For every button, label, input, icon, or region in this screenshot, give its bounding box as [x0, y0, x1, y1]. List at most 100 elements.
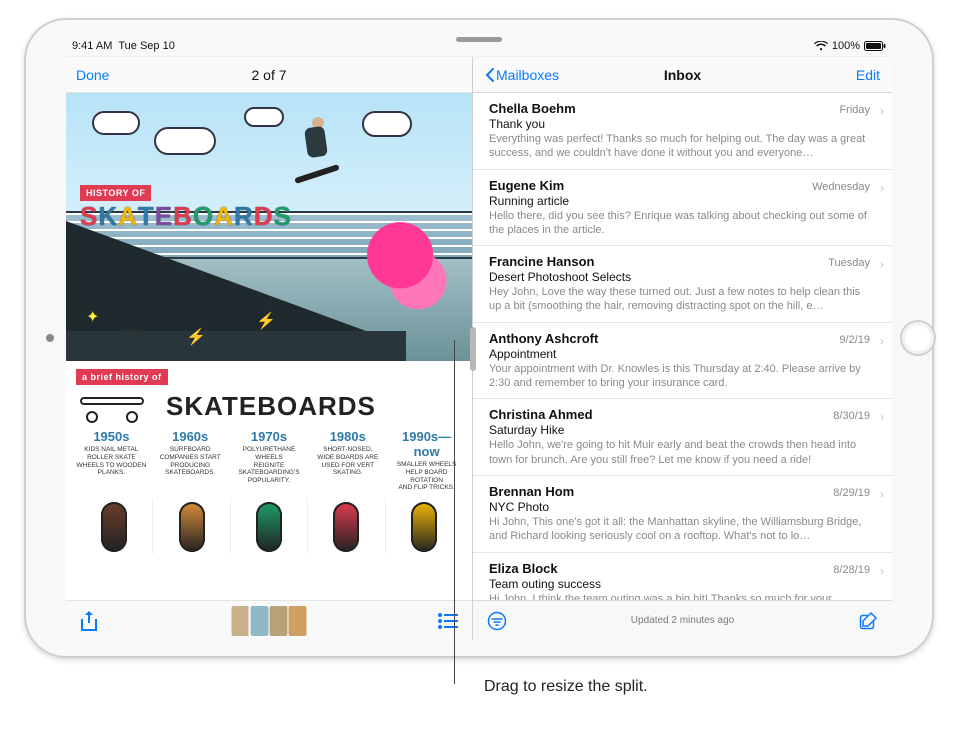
mail-date: Friday [839, 104, 870, 116]
board-thumb [231, 498, 308, 554]
filter-icon[interactable] [487, 611, 507, 631]
mail-title: Inbox [664, 67, 701, 83]
mail-list[interactable]: Chella Boehm FridayThank youEverything wa… [473, 93, 892, 600]
chevron-right-icon: › [880, 334, 884, 348]
mail-date: 8/29/19 [833, 487, 870, 499]
mail-toolbar: Updated 2 minutes ago [473, 600, 892, 640]
ipad-frame: 9:41 AM Tue Sep 10 100% Done 2 of 7 [24, 18, 934, 658]
decade-year: 1950s [76, 429, 147, 444]
brief-banner: a brief history of [76, 369, 168, 385]
mail-subject: Thank you [489, 117, 870, 131]
battery-icon [864, 41, 886, 51]
hero-banner-word: SKATEBOARDS [80, 201, 291, 232]
left-nav-bar: Done 2 of 7 [66, 57, 472, 93]
chevron-right-icon: › [880, 181, 884, 195]
banner-letter: E [155, 201, 172, 232]
mail-subject: Desert Photoshoot Selects [489, 270, 870, 284]
swirl-graphic [354, 213, 464, 323]
mail-sender: Brennan Hom [489, 484, 574, 499]
mail-sender: Francine Hanson [489, 254, 594, 269]
compose-icon[interactable] [858, 611, 878, 631]
mail-preview: Hello John, we're going to hit Muir earl… [489, 438, 870, 467]
board-thumb [153, 498, 230, 554]
chevron-left-icon [485, 68, 494, 82]
mail-preview: Hi John, This one's got it all: the Manh… [489, 515, 870, 544]
callout-label: Drag to resize the split. [484, 678, 648, 696]
left-content[interactable]: HISTORY OF SKATEBOARDS ✦ ⚡ ⚡ ↝ a brief h… [66, 93, 472, 600]
chevron-right-icon: › [880, 487, 884, 501]
decade-year: 1960s [155, 429, 226, 444]
banner-letter: O [193, 201, 213, 232]
mail-preview: Hello there, did you see this? Enrique w… [489, 209, 870, 238]
decade-text: SHORT-NOSED, WIDE BOARDS ARE USED FOR VE… [312, 446, 383, 477]
banner-letter: K [98, 201, 117, 232]
decade-column: 1970sPOLYURETHANE WHEELS REIGNITE SKATEB… [234, 429, 305, 492]
mail-item[interactable]: Chella Boehm FridayThank youEverything wa… [473, 93, 892, 170]
hero-image: HISTORY OF SKATEBOARDS ✦ ⚡ ⚡ ↝ [66, 93, 472, 361]
status-time: 9:41 AM [72, 40, 112, 52]
home-button[interactable] [900, 320, 936, 356]
mail-preview: Your appointment with Dr. Knowles is thi… [489, 362, 870, 391]
decade-text: SMALLER WHEELS HELP BOARD ROTATION AND F… [391, 461, 462, 492]
mail-sender: Eugene Kim [489, 178, 564, 193]
info-card: a brief history of SKATEBOARDS 1950s KIDS… [66, 361, 472, 600]
mail-preview: Everything was perfect! Thanks so much f… [489, 132, 870, 161]
decade-year: 1970s [234, 429, 305, 444]
mail-subject: NYC Photo [489, 500, 870, 514]
mail-item[interactable]: Christina Ahmed8/30/19Saturday HikeHello… [473, 399, 892, 476]
decade-text: SURFBOARD COMPANIES START PRODUCING SKAT… [155, 446, 226, 477]
mail-subject: Running article [489, 194, 870, 208]
decades-row: 1950s KIDS NAIL METAL ROLLER SKATE WHEELS… [76, 429, 462, 492]
mail-date: 9/2/19 [839, 334, 870, 346]
mail-subject: Appointment [489, 347, 870, 361]
mail-preview: Hey John, Love the way these turned out.… [489, 285, 870, 314]
share-icon[interactable] [80, 610, 98, 632]
mail-item[interactable]: Eugene KimWednesdayRunning articleHello … [473, 170, 892, 247]
decade-column: 1960s SURFBOARD COMPANIES START PRODUCING… [155, 429, 226, 492]
front-camera [46, 334, 54, 342]
banner-letter: T [138, 201, 154, 232]
banner-letter: S [80, 201, 97, 232]
mail-item[interactable]: Brennan Hom 8/29/19NYC PhotoHi John, This… [473, 476, 892, 553]
board-thumbnails [76, 498, 462, 554]
mail-subject: Saturday Hike [489, 423, 870, 437]
banner-letter: A [118, 201, 137, 232]
decade-text: KIDS NAIL METAL ROLLER SKATE WHEELS TO W… [76, 446, 147, 477]
decade-year: 1990s—now [391, 429, 462, 459]
photo-thumbstrip[interactable] [232, 606, 307, 636]
decade-column: 1980s SHORT-NOSED, WIDE BOARDS ARE USED F… [312, 429, 383, 492]
right-app-panel: Mailboxes Inbox Edit Chella BoehmFridayT… [472, 57, 892, 640]
skater-graphic [288, 123, 348, 193]
mail-item[interactable]: Anthony Ashcroft 9/2/19AppointmentYour ap… [473, 323, 892, 400]
brief-title: SKATEBOARDS [166, 391, 376, 422]
banner-letter: S [274, 201, 291, 232]
chevron-right-icon: › [880, 257, 884, 271]
edit-button[interactable]: Edit [856, 67, 880, 83]
mail-status: Updated 2 minutes ago [631, 615, 734, 626]
mail-nav-bar: Mailboxes Inbox Edit [473, 57, 892, 93]
left-app-panel: Done 2 of 7 [66, 57, 472, 640]
split-view-handle[interactable] [470, 327, 476, 371]
done-button[interactable]: Done [76, 67, 109, 83]
banner-letter: D [254, 201, 273, 232]
mail-item[interactable]: Eliza Block8/28/19Team outing successHi … [473, 553, 892, 600]
mail-item[interactable]: Francine Hanson TuesdayDesert Photoshoot … [473, 246, 892, 323]
board-thumb [386, 498, 462, 554]
decade-year: 1980s [312, 429, 383, 444]
back-label: Mailboxes [496, 67, 559, 83]
chevron-right-icon: › [880, 564, 884, 578]
decade-column: 1950s KIDS NAIL METAL ROLLER SKATE WHEELS… [76, 429, 147, 492]
mail-date: 8/30/19 [833, 410, 870, 422]
multitask-pill[interactable] [456, 37, 502, 42]
mail-date: Tuesday [828, 257, 870, 269]
mailboxes-back-button[interactable]: Mailboxes [485, 67, 559, 83]
mail-sender: Anthony Ashcroft [489, 331, 598, 346]
skateboard-sketch-icon [76, 389, 148, 423]
photo-counter: 2 of 7 [251, 67, 286, 83]
chevron-right-icon: › [880, 410, 884, 424]
battery-percent: 100% [832, 40, 860, 52]
list-icon[interactable] [438, 613, 458, 629]
hero-banner-small: HISTORY OF [80, 185, 151, 201]
mail-sender: Chella Boehm [489, 101, 576, 116]
banner-letter: B [173, 201, 192, 232]
